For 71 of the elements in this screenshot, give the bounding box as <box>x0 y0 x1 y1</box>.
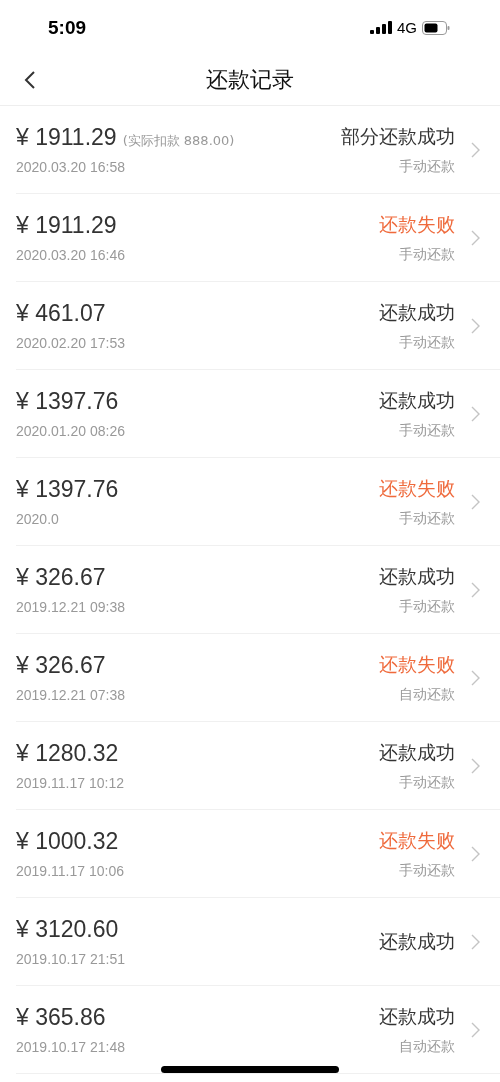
method-label: 手动还款 <box>399 597 455 616</box>
status-time: 5:09 <box>48 16 87 39</box>
chevron-icon <box>471 757 480 774</box>
record-row[interactable]: ¥ 326.67 2019.12.21 07:38 还款失败 自动还款 <box>16 634 500 722</box>
record-date: 2019.12.21 09:38 <box>16 599 126 615</box>
status-label: 还款成功 <box>379 563 455 589</box>
amount: ¥ 1911.29 <box>16 124 117 151</box>
record-date: 2020.01.20 08:26 <box>16 423 126 439</box>
amount: ¥ 1000.32 <box>16 828 119 855</box>
record-date: 2019.10.17 21:51 <box>16 951 126 967</box>
record-date: 2020.03.20 16:46 <box>16 247 126 263</box>
amount: ¥ 326.67 <box>16 652 106 679</box>
status-label: 还款成功 <box>379 928 455 954</box>
record-date: 2019.12.21 07:38 <box>16 687 126 703</box>
status-label: 还款失败 <box>379 827 455 853</box>
method-label: 自动还款 <box>399 1037 455 1056</box>
chevron-icon <box>471 933 480 950</box>
battery-icon <box>422 20 450 35</box>
method-label: 手动还款 <box>399 773 455 792</box>
chevron-icon <box>471 669 480 686</box>
method-label: 手动还款 <box>399 245 455 264</box>
chevron-icon <box>471 493 480 510</box>
amount: ¥ 365.86 <box>16 1004 106 1031</box>
record-row[interactable]: ¥ 3120.60 2019.10.17 21:51 还款成功 <box>16 898 500 986</box>
status-label: 还款成功 <box>379 299 455 325</box>
record-date: 2019.11.17 10:12 <box>16 775 125 791</box>
method-label: 手动还款 <box>399 157 455 176</box>
record-date: 2020.0 <box>16 511 60 527</box>
record-date: 2019.10.17 21:48 <box>16 1039 126 1055</box>
method-label: 自动还款 <box>399 685 455 704</box>
network-label: 4G <box>397 19 417 36</box>
method-label: 手动还款 <box>399 421 455 440</box>
amount: ¥ 1280.32 <box>16 740 119 767</box>
record-row[interactable]: ¥ 1911.29 2020.03.20 16:46 还款失败 手动还款 <box>16 194 500 282</box>
status-label: 还款成功 <box>379 387 455 413</box>
record-date: 2020.02.20 17:53 <box>16 335 126 351</box>
back-icon[interactable] <box>24 70 36 90</box>
status-label: 还款成功 <box>379 1003 455 1029</box>
method-label: 手动还款 <box>399 509 455 528</box>
amount: ¥ 1397.76 <box>16 388 119 415</box>
record-date: 2019.11.17 10:06 <box>16 863 125 879</box>
method-label: 手动还款 <box>399 861 455 880</box>
signal-icon <box>370 21 392 34</box>
status-label: 还款失败 <box>379 211 455 237</box>
amount: ¥ 3120.60 <box>16 916 119 943</box>
chevron-icon <box>471 845 480 862</box>
status-label: 还款失败 <box>379 651 455 677</box>
chevron-icon <box>471 141 480 158</box>
amount: ¥ 1397.76 <box>16 476 119 503</box>
chevron-icon <box>471 1021 480 1038</box>
status-label: 还款失败 <box>379 475 455 501</box>
record-date: 2020.03.20 16:58 <box>16 159 126 175</box>
record-row[interactable]: ¥ 461.07 2020.02.20 17:53 还款成功 手动还款 <box>16 282 500 370</box>
deduction-note: (实际扣款 888.00) <box>122 132 235 150</box>
status-label: 部分还款成功 <box>341 123 455 149</box>
chevron-icon <box>471 317 480 334</box>
amount: ¥ 326.67 <box>16 564 106 591</box>
status-label: 还款成功 <box>379 739 455 765</box>
amount: ¥ 461.07 <box>16 300 106 327</box>
page-title: 还款记录 <box>206 66 294 94</box>
record-row[interactable]: ¥ 1000.32 2019.11.17 10:06 还款失败 手动还款 <box>16 810 500 898</box>
record-row[interactable]: ¥ 1397.76 2020.0 还款失败 手动还款 <box>16 458 500 546</box>
chevron-icon <box>471 405 480 422</box>
record-row[interactable]: ¥ 326.67 2019.12.21 09:38 还款成功 手动还款 <box>16 546 500 634</box>
method-label: 手动还款 <box>399 333 455 352</box>
record-row[interactable]: ¥ 1397.76 2020.01.20 08:26 还款成功 手动还款 <box>16 370 500 458</box>
record-row[interactable]: ¥ 1280.32 2019.11.17 10:12 还款成功 手动还款 <box>16 722 500 810</box>
chevron-icon <box>471 581 480 598</box>
record-row[interactable]: ¥ 1911.29 (实际扣款 888.00) 2020.03.20 16:58 部分还款成功 手动还款 <box>16 106 500 194</box>
chevron-icon <box>471 229 480 246</box>
amount: ¥ 1911.29 <box>16 212 117 239</box>
